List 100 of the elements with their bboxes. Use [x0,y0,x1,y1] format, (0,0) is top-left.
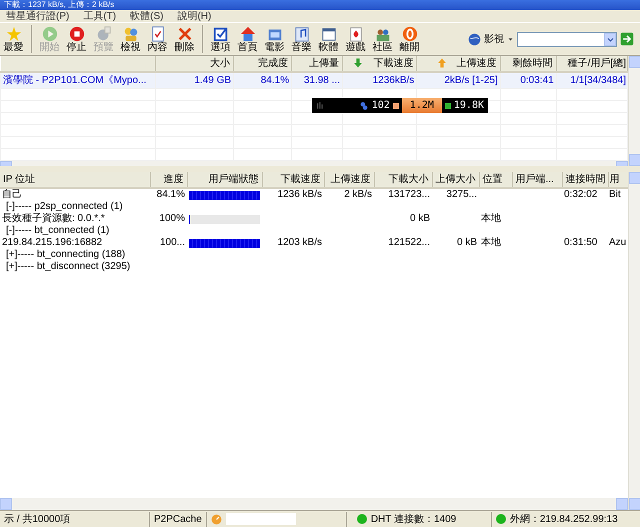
peer-count: 102 [372,99,390,113]
go-icon[interactable] [620,32,634,46]
column-header[interactable]: 連接時間 [562,172,608,188]
table-cell-text: 本地 [480,237,502,249]
table-cell: 84.1% [150,188,187,201]
column-header[interactable]: 用戶端狀態 [187,172,262,188]
toolbar-button[interactable]: 軟體 [315,26,342,52]
tree-node[interactable]: [-]----- p2sp_connected (1) [0,201,262,213]
toolbar-button[interactable]: 首頁 [234,26,261,52]
close-icon [176,26,192,42]
document-icon [150,26,166,42]
column-header[interactable]: 上傳大小 [432,172,479,188]
toolbar-button[interactable]: 刪除 [171,26,198,52]
caret-icon [507,36,514,42]
toolbar-button[interactable]: 音樂 [288,26,315,52]
status-dot [356,514,367,524]
progress-field [226,513,296,525]
table-cell: 1/1[34/3484] [556,72,628,88]
up-arrow-icon [436,58,447,68]
column-header[interactable]: 位置 [479,172,512,188]
power-icon [402,26,418,42]
column-header[interactable]: 上傳速度 [324,172,374,188]
download-indicator-icon [392,102,399,108]
toolbar-button[interactable]: 最愛 [0,26,27,52]
toolbar-button[interactable]: 內容 [144,26,171,52]
column-header[interactable]: IP 位址 [0,172,150,188]
horizontal-scrollbar[interactable] [0,498,628,510]
column-header[interactable]: 上傳速度 [416,56,500,72]
table-cell: 131723... [374,188,432,201]
status-text: DHT 連接數：1409 [370,512,456,526]
window-icon [320,26,336,42]
table-cell-text: 本地 [480,213,502,225]
column-header[interactable]: 大小 [155,56,234,72]
stop-icon [68,26,84,42]
column-header[interactable]: 上傳量 [292,56,342,72]
menu-item[interactable]: 工具(T) [83,8,116,24]
column-header[interactable]: 用戶端... [512,172,562,188]
toolbar-button[interactable]: 選項 [207,26,234,52]
upload-speed: 19.8K [454,99,484,113]
table-cell-text: 長效種子資源數: 0.0.*.* [1,213,106,225]
tree-node[interactable]: [-]----- bt_connected (1) [0,225,262,237]
status-text: 外網：219.84.252.99:13 [510,512,618,526]
table-cell-text: 100% [158,213,186,225]
play-icon [42,26,58,42]
toolbar-button[interactable]: 電影 [261,26,288,52]
status-text: 示 / 共10000項 [4,512,70,526]
menu-item[interactable]: 說明(H) [177,8,212,24]
table-cell-text: 121522... [387,237,431,249]
toolbar-button[interactable]: 停止 [63,26,90,52]
checkbox-icon [212,26,228,42]
vertical-scrollbar[interactable] [628,172,640,510]
category-dropdown[interactable]: 影視 [484,32,504,46]
menu-item[interactable]: 彗星通行證(P) [6,8,70,24]
table-cell: 3275... [432,188,479,201]
toolbar-button[interactable]: 檢視 [117,26,144,52]
table-cell: 1.49 GB [155,72,234,88]
table-cell-text: 219.84.215.196:16882 [1,237,104,249]
status-dot [496,514,506,524]
table-cell: 濱學院 - P2P101.COM《Mypo... [0,72,156,88]
star-icon [6,26,22,42]
table-cell-text: 100... [158,237,186,249]
gauge-icon [210,514,222,524]
vertical-scrollbar[interactable] [628,56,640,166]
status-text: P2PCache [154,512,202,526]
home-icon [240,26,256,42]
toolbar-button[interactable]: 遊戲 [342,26,369,52]
column-header[interactable]: 下載大小 [374,172,432,188]
table-cell-text: 0 kB [408,213,431,225]
column-header[interactable]: 進度 [150,172,187,188]
table-cell: 1236 kB/s [262,188,324,201]
table-cell: 84.1% [234,72,292,88]
window-title: 下載：1237 kB/s, 上傳：2 kB/s [4,0,114,9]
down-arrow-icon [353,58,364,68]
column-header[interactable]: 下載速度 [342,56,417,72]
table-cell-text: 0:31:50 [563,237,598,249]
column-header[interactable]: 下載速度 [262,172,324,188]
table-cell: 0:03:41 [500,72,556,88]
cards-icon [348,26,364,42]
search-field[interactable] [517,32,617,46]
table-cell: 31.98 ... [292,72,342,88]
menu-item[interactable]: 軟體(S) [130,8,164,24]
toolbar-button[interactable]: 社區 [369,26,396,52]
table-cell: 2 kB/s [324,188,374,201]
column-header[interactable]: 剩餘時間 [500,56,556,72]
upload-indicator-icon [444,102,451,108]
table-cell-text: 0 kB [456,237,478,249]
table-cell: 自己 [0,188,150,201]
table-cell: 2kB/s [1-25] [416,72,500,88]
column-header[interactable]: 種子/用戶[總] [556,56,628,72]
download-speed: 1.2M [402,98,442,113]
table-cell: 0:32:02 [562,188,608,201]
globe-icon [468,32,481,46]
column-header[interactable]: 完成度 [234,56,292,72]
column-header[interactable]: 用 [608,172,628,188]
tree-node[interactable]: [+]----- bt_connecting (188) [0,249,262,261]
toolbar-button[interactable]: 離開 [396,26,423,52]
table-cell-text: Azu [608,237,628,249]
table-cell-text: 1203 kB/s [276,237,323,249]
tree-node[interactable]: [+]----- bt_disconnect (3295) [0,261,262,273]
table-cell: 1236kB/s [342,72,417,88]
